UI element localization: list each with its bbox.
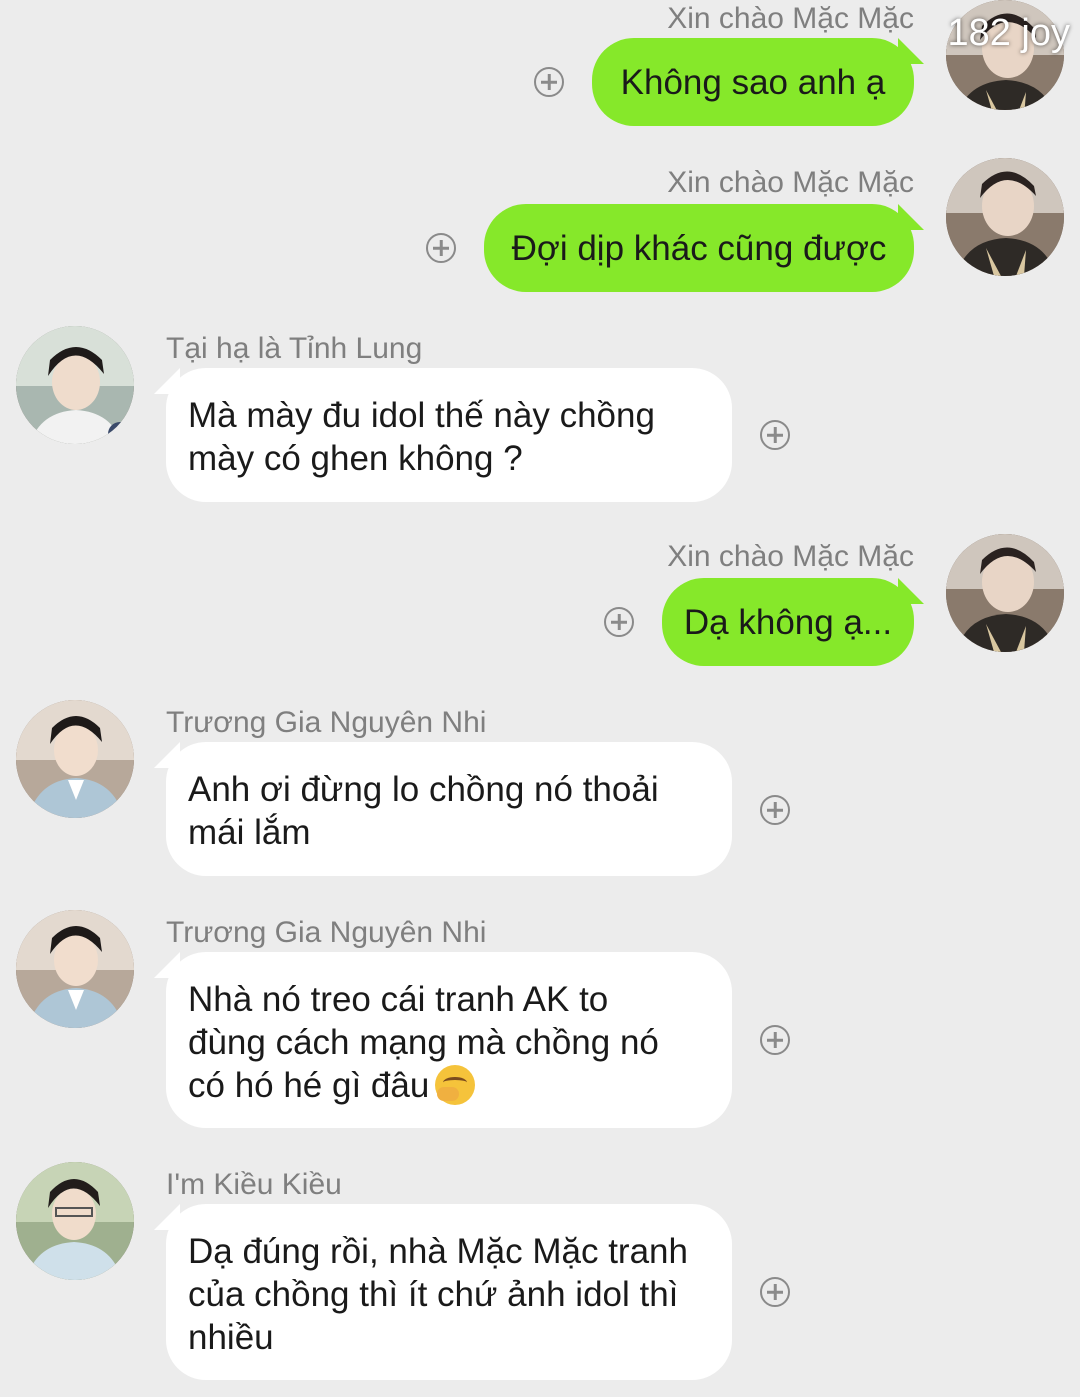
- sender-name: Trương Gia Nguyên Nhi: [166, 916, 487, 949]
- sender-name: Xin chào Mặc Mặc: [667, 540, 914, 573]
- message-bubble[interactable]: Không sao anh ạ: [592, 38, 914, 126]
- avatar[interactable]: [946, 158, 1064, 276]
- user-avatar-icon: [946, 534, 1064, 652]
- add-reaction-icon[interactable]: [760, 1277, 790, 1307]
- sender-name: Xin chào Mặc Mặc: [667, 2, 914, 35]
- user-avatar-icon: [16, 700, 134, 818]
- add-reaction-icon[interactable]: [760, 420, 790, 450]
- add-reaction-icon[interactable]: [426, 233, 456, 263]
- add-reaction-icon[interactable]: [760, 795, 790, 825]
- add-reaction-icon[interactable]: [534, 67, 564, 97]
- chat-thread: Xin chào Mặc Mặc 182 joy Không sao anh ạ…: [0, 0, 1080, 1397]
- avatar[interactable]: [16, 326, 134, 444]
- message-bubble[interactable]: Dạ đúng rồi, nhà Mặc Mặc tranh của chồng…: [166, 1204, 732, 1380]
- message-bubble[interactable]: Mà mày đu idol thế này chồng mày có ghen…: [166, 368, 732, 502]
- avatar[interactable]: [16, 700, 134, 818]
- avatar[interactable]: [16, 910, 134, 1028]
- face-with-hand-over-mouth-emoji: [435, 1065, 476, 1105]
- sender-name: Xin chào Mặc Mặc: [667, 166, 914, 199]
- avatar[interactable]: [946, 534, 1064, 652]
- sender-name: I'm Kiều Kiều: [166, 1168, 342, 1201]
- add-reaction-icon[interactable]: [604, 607, 634, 637]
- avatar[interactable]: [16, 1162, 134, 1280]
- user-avatar-icon: [946, 158, 1064, 276]
- add-reaction-icon[interactable]: [760, 1025, 790, 1055]
- message-bubble[interactable]: Dạ không ạ...: [662, 578, 914, 666]
- message-bubble[interactable]: Anh ơi đừng lo chồng nó thoải mái lắm: [166, 742, 732, 876]
- user-avatar-icon: [16, 1162, 134, 1280]
- user-avatar-icon: [16, 910, 134, 1028]
- sender-name: Tại hạ là Tỉnh Lung: [166, 332, 423, 365]
- watermark: 182 joy: [947, 12, 1070, 54]
- user-avatar-icon: [16, 326, 134, 444]
- message-bubble[interactable]: Đợi dịp khác cũng được: [484, 204, 914, 292]
- message-bubble[interactable]: Nhà nó treo cái tranh AK to đùng cách mạ…: [166, 952, 732, 1128]
- sender-name: Trương Gia Nguyên Nhi: [166, 706, 487, 739]
- message-text: Nhà nó treo cái tranh AK to đùng cách mạ…: [188, 980, 659, 1105]
